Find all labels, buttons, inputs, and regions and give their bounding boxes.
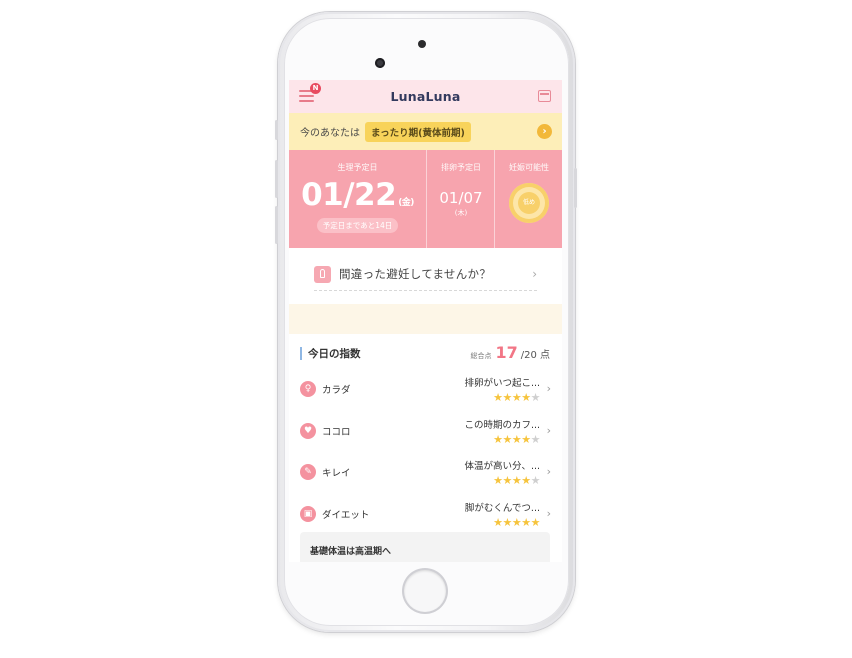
period-forecast[interactable]: 生理予定日 01/22 (金) 予定日まであと14日 [289, 150, 426, 248]
condom-icon [314, 265, 331, 283]
fertility-title: 妊娠可能性 [509, 163, 549, 172]
item-label: ダイエット [322, 509, 370, 521]
star-empty-icon: ★ [530, 432, 541, 446]
daily-index-section: 今日の指数 総合点 17 /20 点 ♀ カラダ 排卵がいつ起こ... ★★★★… [289, 334, 562, 535]
period-day: (金) [398, 198, 414, 208]
fertility-gauge: 低め [509, 183, 549, 223]
chevron-right-icon: › [546, 423, 551, 437]
chevron-right-icon: › [546, 382, 551, 395]
ovulation-day: (木) [454, 209, 468, 217]
star-rating: ★★★★★ [493, 433, 540, 446]
contraception-notice[interactable]: 間違った避妊してませんか？ › [289, 248, 562, 304]
volume-up-button [275, 160, 278, 198]
app-screen: N LunaLuna 今のあなたは まったり期(黄体前期) › 生理予定日 01… [289, 80, 562, 562]
star-filled-icon: ★ [521, 515, 531, 529]
star-filled-icon: ★ [502, 432, 513, 446]
star-empty-icon: ★ [530, 391, 541, 404]
volume-down-button [275, 206, 278, 244]
period-date: 01/22 (金) [289, 177, 426, 213]
chevron-right-icon: › [532, 267, 537, 281]
index-item-beauty[interactable]: ✎ キレイ 体温が高い分、... ★★★★★ › [289, 452, 562, 494]
index-item-mind[interactable]: ♥ ココロ この時期のカフ... ★★★★★ › [289, 411, 562, 453]
period-title: 生理予定日 [337, 163, 378, 172]
item-description: 排卵がいつ起こ... [464, 378, 540, 389]
fertility-value: 低め [518, 192, 540, 214]
star-rating: ★★★★★ [493, 474, 540, 487]
item-label: キレイ [322, 468, 351, 479]
star-rating: ★★★★★ [493, 391, 540, 404]
calendar-icon[interactable] [538, 90, 551, 102]
star-filled-icon: ★ [493, 391, 503, 404]
item-label: カラダ [322, 385, 351, 396]
scale-icon: ▣ [300, 505, 316, 522]
temperature-card[interactable]: 基礎体温は高温期へ [300, 532, 550, 562]
app-logo: LunaLuna [390, 89, 461, 104]
period-remaining: 予定日まであと14日 [316, 218, 399, 233]
period-date-value: 01/22 [301, 177, 397, 213]
star-filled-icon: ★ [511, 432, 522, 446]
star-filled-icon: ★ [502, 515, 513, 529]
fertility-forecast[interactable]: 妊娠可能性 低め [494, 150, 562, 248]
temperature-title: 基礎体温は高温期へ [310, 547, 392, 557]
score-value: 17 [495, 343, 518, 362]
star-filled-icon: ★ [502, 474, 513, 487]
front-camera [375, 58, 385, 68]
app-header: N LunaLuna [289, 80, 562, 113]
heart-icon: ♥ [300, 422, 316, 439]
item-description: 体温が高い分、... [464, 461, 540, 472]
chevron-right-icon[interactable]: › [537, 124, 552, 139]
star-filled-icon: ★ [493, 515, 503, 529]
item-label: ココロ [322, 426, 351, 438]
notice-text: 間違った避妊してませんか？ [339, 267, 492, 281]
item-description: この時期のカフ... [464, 419, 540, 431]
current-phase-bar[interactable]: 今のあなたは まったり期(黄体前期) › [289, 113, 562, 150]
index-item-body[interactable]: ♀ カラダ 排卵がいつ起こ... ★★★★★ › [289, 369, 562, 411]
lipstick-icon: ✎ [300, 464, 316, 480]
earpiece-speaker [418, 40, 426, 48]
power-button [574, 168, 577, 208]
new-badge: N [310, 83, 321, 94]
star-rating: ★★★★★ [493, 516, 540, 529]
item-description: 脚がむくんでつ... [464, 502, 540, 514]
phase-label: 今のあなたは [300, 128, 360, 139]
total-score: 総合点 17 /20 点 [470, 343, 550, 362]
ovulation-title: 排卵予定日 [441, 163, 481, 172]
section-divider [289, 304, 562, 334]
star-empty-icon: ★ [530, 474, 541, 487]
home-button[interactable] [404, 570, 446, 612]
index-item-diet[interactable]: ▣ ダイエット 脚がむくんでつ... ★★★★★ › [289, 494, 562, 536]
phase-badge: まったり期(黄体前期) [365, 121, 471, 142]
star-filled-icon: ★ [511, 515, 522, 529]
index-title: 今日の指数 [308, 348, 361, 360]
score-label: 総合点 [470, 352, 492, 360]
star-filled-icon: ★ [521, 474, 531, 487]
star-filled-icon: ★ [530, 515, 541, 529]
star-filled-icon: ★ [511, 474, 522, 487]
forecast-panel: 生理予定日 01/22 (金) 予定日まであと14日 排卵予定日 01/07 (木… [289, 150, 562, 248]
ovulation-date: 01/07 [439, 189, 483, 207]
ovulation-forecast[interactable]: 排卵予定日 01/07 (木) [426, 150, 495, 248]
chevron-right-icon: › [546, 506, 551, 520]
score-total: /20 点 [520, 350, 550, 361]
star-filled-icon: ★ [502, 391, 513, 404]
star-filled-icon: ★ [493, 432, 503, 446]
chevron-right-icon: › [546, 465, 551, 478]
star-filled-icon: ★ [511, 391, 522, 404]
star-filled-icon: ★ [521, 391, 531, 404]
mute-switch [275, 120, 278, 140]
star-filled-icon: ★ [493, 474, 503, 487]
body-icon: ♀ [300, 381, 316, 397]
star-filled-icon: ★ [521, 432, 531, 446]
section-accent-bar [300, 347, 302, 360]
